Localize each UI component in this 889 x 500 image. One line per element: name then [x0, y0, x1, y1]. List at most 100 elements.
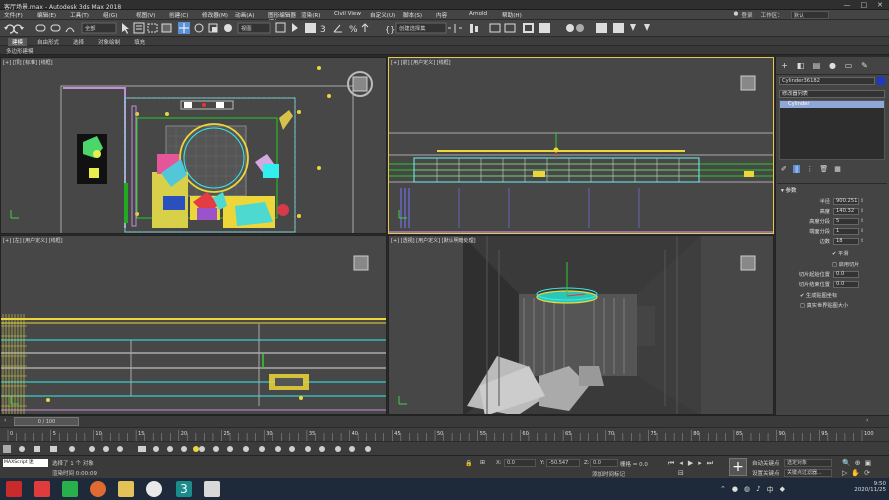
spinner-icon[interactable]: ⇕ — [860, 218, 864, 225]
material-editor-icon[interactable] — [566, 24, 584, 32]
time-slider[interactable]: 0 / 100 — [14, 417, 79, 426]
rotate-icon[interactable] — [194, 23, 204, 33]
ribbon-tab[interactable]: 建模 — [8, 38, 28, 46]
open-mini-curve-editor-icon[interactable] — [3, 445, 11, 453]
maximize-button[interactable]: □ — [861, 1, 868, 9]
viewcube-icon[interactable] — [740, 255, 756, 271]
scale-icon[interactable] — [208, 23, 218, 33]
slice-on-checkbox[interactable]: □ 启用切片 — [832, 261, 859, 268]
viewcube-icon[interactable] — [347, 71, 373, 97]
select-by-name-icon[interactable] — [133, 22, 145, 34]
keyframe-icon[interactable] — [193, 446, 199, 452]
pin-stack-icon[interactable]: ✐ — [781, 165, 787, 173]
schematic-view-icon[interactable] — [539, 23, 550, 33]
keyframe-icon[interactable] — [275, 446, 281, 452]
percent-snap-icon[interactable]: % — [349, 25, 358, 35]
snap-3d-icon[interactable]: 3 — [320, 25, 326, 35]
ribbon-tab[interactable]: 对象绘制 — [94, 38, 124, 46]
keyframe-icon[interactable] — [319, 446, 325, 452]
tray-ime-icon[interactable]: 中 — [767, 485, 774, 495]
app-icon-red[interactable] — [6, 481, 22, 497]
ribbon-tab[interactable]: 填充 — [130, 38, 149, 46]
keyframe-icon[interactable] — [305, 446, 311, 452]
polygon-modeling-label[interactable]: 多边形建模 — [6, 47, 34, 55]
spinner-icon[interactable]: ⇕ — [860, 238, 864, 245]
keyframe-icon[interactable] — [50, 446, 57, 452]
height-segments-field[interactable]: 5 — [833, 218, 859, 225]
window-crossing-icon[interactable] — [161, 23, 172, 33]
place-icon[interactable] — [224, 24, 232, 32]
zoom-extents-icon[interactable]: ▣ — [865, 459, 872, 467]
viewcube-icon[interactable] — [353, 255, 369, 271]
params-rollout-title[interactable]: ▾ 参数 — [781, 186, 797, 194]
bind-spacewarp-icon[interactable] — [65, 27, 75, 33]
tray-shield-icon[interactable]: ◆ — [780, 485, 785, 495]
minimize-button[interactable]: — — [844, 1, 851, 9]
toggle-layer-explorer-icon[interactable] — [504, 23, 516, 33]
auto-key-button[interactable]: 自动关键点 — [752, 459, 780, 467]
viewport-left[interactable]: [+] [左] [用户定义] [线框] — [0, 235, 387, 415]
orbit-icon[interactable]: ⟳ — [864, 469, 870, 477]
modifier-stack-item[interactable]: Cylinder — [780, 101, 884, 108]
keyboard-shortcut-icon[interactable] — [305, 23, 316, 33]
keyframe-icon[interactable] — [259, 446, 265, 452]
cap-segments-field[interactable]: 1 — [833, 228, 859, 235]
make-unique-icon[interactable]: ⋮ — [806, 165, 813, 173]
viewport-top-label[interactable]: [+] [顶] [标准] [线框] — [3, 59, 53, 66]
move-icon[interactable] — [178, 22, 190, 34]
radius-field[interactable]: 900.251 — [833, 198, 859, 205]
keyframe-icon[interactable] — [117, 446, 123, 452]
pan-icon[interactable]: ✋ — [851, 469, 860, 477]
spinner-icon[interactable]: ⇕ — [860, 208, 864, 215]
keyframe-icon[interactable] — [243, 446, 249, 452]
undo-icon[interactable] — [4, 24, 15, 34]
curve-editor-icon[interactable] — [523, 23, 534, 33]
unlink-icon[interactable] — [50, 24, 61, 32]
viewport-perspective-label[interactable]: [+] [透视] [用户定义] [默认明暗处理] — [391, 237, 476, 244]
keyframe-icon[interactable] — [199, 446, 205, 452]
pivot-icon[interactable] — [275, 22, 286, 33]
app-icon-green[interactable] — [62, 481, 78, 497]
keyframe-icon[interactable] — [213, 446, 219, 452]
slice-to-field[interactable]: 0.0 — [833, 281, 859, 288]
set-key-button[interactable]: + — [729, 458, 747, 476]
browser-icon[interactable] — [146, 481, 162, 497]
clock[interactable]: 9:50 2020/11/25 — [846, 481, 886, 493]
height-field[interactable]: 140.32 — [833, 208, 859, 215]
display-tab-icon[interactable]: ▭ — [844, 61, 853, 70]
key-mode-icon[interactable]: ⊟ — [678, 469, 684, 477]
app-icon-gray[interactable] — [204, 481, 220, 497]
object-name-field[interactable]: Cylinder36182 — [779, 77, 875, 85]
select-manipulate-icon[interactable] — [292, 23, 298, 32]
object-color-swatch[interactable] — [877, 77, 885, 85]
rect-selection-icon[interactable] — [147, 23, 158, 33]
link-icon[interactable] — [35, 24, 46, 32]
viewport-front[interactable]: [+] [前] [用户定义] [线框] — [388, 57, 774, 234]
keyframe-icon[interactable] — [289, 446, 295, 452]
viewcube-icon[interactable] — [740, 75, 756, 91]
viewport-left-label[interactable]: [+] [左] [用户定义] [线框] — [3, 237, 63, 244]
keyframe-icon[interactable] — [138, 446, 146, 452]
login-button[interactable]: 登录 — [741, 11, 752, 19]
render-production-icon[interactable] — [630, 24, 636, 31]
keyframe-icon[interactable] — [181, 446, 187, 452]
keyframe-icon[interactable] — [349, 446, 355, 452]
smooth-checkbox[interactable]: ✔ 平滑 — [832, 250, 848, 257]
spinner-icon[interactable]: ⇕ — [860, 198, 864, 205]
keyframe-icon[interactable] — [153, 446, 159, 452]
configure-sets-icon[interactable]: ▦ — [834, 165, 841, 173]
keyframe-icon[interactable] — [227, 446, 233, 452]
keyframe-icon[interactable] — [103, 446, 109, 452]
modify-tab-icon[interactable]: ◧ — [796, 61, 805, 70]
keyframe-icon[interactable] — [34, 446, 40, 452]
y-coord-field[interactable]: -50.547 — [546, 459, 580, 467]
viewport-front-label[interactable]: [+] [前] [用户定义] [线框] — [391, 59, 451, 66]
toggle-scene-explorer-icon[interactable] — [489, 23, 501, 33]
remove-modifier-icon[interactable]: 🗑 — [819, 165, 828, 173]
workspace-dropdown[interactable]: 默认 — [791, 11, 829, 19]
keyframe-icon[interactable] — [365, 446, 371, 452]
sides-field[interactable]: 18 — [833, 238, 859, 245]
mirror-icon[interactable] — [448, 24, 462, 33]
selected-object-dropdown[interactable]: 选定对象 — [784, 459, 832, 467]
goto-end-icon[interactable]: ⏭ — [707, 459, 713, 468]
